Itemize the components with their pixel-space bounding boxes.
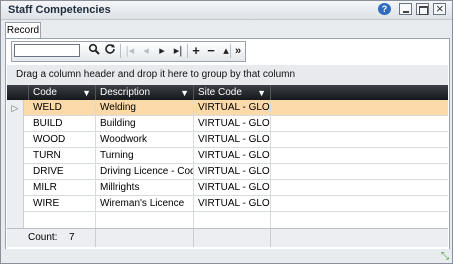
title-bar: Staff Competencies ? bbox=[1, 1, 452, 20]
footer-cell bbox=[96, 229, 194, 247]
close-icon[interactable] bbox=[433, 1, 446, 16]
table-row[interactable]: BUILD Building VIRTUAL - GLOBAL bbox=[7, 116, 448, 132]
grid-footer: Count: 7 bbox=[7, 228, 448, 247]
column-header-label: Code bbox=[33, 87, 57, 98]
row-indicator bbox=[7, 116, 24, 132]
cell-description: Woodwork bbox=[96, 132, 194, 148]
resize-grip-icon[interactable]: ⤡ bbox=[441, 251, 449, 262]
cell-site-code: VIRTUAL - GLOBAL bbox=[194, 148, 271, 164]
filter-icon[interactable]: ▼ bbox=[257, 86, 266, 101]
search-input[interactable] bbox=[14, 44, 80, 57]
cell-site-code: VIRTUAL - GLOBAL bbox=[194, 116, 271, 132]
table-row[interactable]: MILR Millrights VIRTUAL - GLOBAL bbox=[7, 180, 448, 196]
cell-code: TURN bbox=[29, 148, 96, 164]
cell-description: Driving Licence - Code17 bbox=[96, 164, 194, 180]
column-header-site-code[interactable]: Site Code ▼ bbox=[194, 85, 271, 100]
filter-icon[interactable]: ▼ bbox=[82, 86, 91, 101]
row-indicator-icon: ▷ bbox=[7, 100, 24, 116]
double-chevron-right-icon[interactable]: » bbox=[230, 43, 246, 59]
footer-cell bbox=[194, 229, 271, 247]
row-indicator bbox=[7, 180, 24, 196]
minimize-icon[interactable] bbox=[399, 3, 412, 15]
filter-icon[interactable]: ▼ bbox=[180, 86, 189, 101]
cell-site-code: VIRTUAL - GLOBAL bbox=[194, 196, 271, 212]
count-label: Count: bbox=[28, 232, 58, 243]
cell-code: BUILD bbox=[29, 116, 96, 132]
minus-icon[interactable]: − bbox=[203, 43, 219, 59]
table-row[interactable]: WOOD Woodwork VIRTUAL - GLOBAL bbox=[7, 132, 448, 148]
cell-code: WIRE bbox=[29, 196, 96, 212]
cell-site-code: VIRTUAL - GLOBAL bbox=[194, 100, 271, 116]
navigation-toolbar: |◂ ◂ ▸ ▸| + − ▴ » bbox=[11, 41, 246, 62]
count-value: 7 bbox=[69, 232, 75, 243]
footer-cell-count: Count: 7 bbox=[7, 229, 96, 247]
column-header-code[interactable]: Code ▼ bbox=[29, 85, 96, 100]
row-indicator bbox=[7, 148, 24, 164]
search-icon[interactable] bbox=[86, 43, 102, 59]
previous-icon[interactable]: ◂ bbox=[138, 43, 154, 59]
cell-code: WOOD bbox=[29, 132, 96, 148]
column-header-label: Description bbox=[100, 87, 151, 98]
table-row[interactable]: DRIVE Driving Licence - Code17 VIRTUAL -… bbox=[7, 164, 448, 180]
maximize-icon[interactable] bbox=[416, 3, 429, 15]
column-header-description[interactable]: Description ▼ bbox=[96, 85, 194, 100]
header-indicator bbox=[7, 85, 29, 100]
window-title: Staff Competencies bbox=[8, 4, 111, 16]
table-row[interactable]: ▷ WELD Welding VIRTUAL - GLOBAL bbox=[7, 100, 448, 116]
help-icon[interactable]: ? bbox=[378, 3, 391, 15]
empty-cell bbox=[96, 212, 194, 228]
row-indicator bbox=[7, 212, 24, 228]
last-icon[interactable]: ▸| bbox=[170, 43, 186, 59]
grid-header: Code ▼ Description ▼ Site Code ▼ bbox=[7, 85, 448, 100]
refresh-icon[interactable] bbox=[102, 43, 118, 59]
cell-code: DRIVE bbox=[29, 164, 96, 180]
table-row[interactable]: WIRE Wireman's Licence VIRTUAL - GLOBAL bbox=[7, 196, 448, 212]
row-indicator bbox=[7, 196, 24, 212]
row-indicator bbox=[7, 132, 24, 148]
cell-description: Turning bbox=[96, 148, 194, 164]
cell-description: Building bbox=[96, 116, 194, 132]
empty-cell bbox=[194, 212, 271, 228]
cell-code: MILR bbox=[29, 180, 96, 196]
plus-icon[interactable]: + bbox=[188, 43, 204, 59]
cell-description: Wireman's Licence bbox=[96, 196, 194, 212]
cell-code: WELD bbox=[29, 100, 96, 116]
empty-cell bbox=[29, 212, 96, 228]
staff-competencies-window: Staff Competencies ? Record |◂ ◂ ▸ ▸| + … bbox=[0, 0, 453, 264]
table-row-empty bbox=[7, 212, 448, 228]
column-header-label: Site Code bbox=[198, 87, 242, 98]
group-by-hint[interactable]: Drag a column header and drop it here to… bbox=[7, 65, 448, 85]
tab-record[interactable]: Record bbox=[5, 22, 41, 39]
status-bar: ⤡ bbox=[1, 249, 452, 263]
cell-site-code: VIRTUAL - GLOBAL bbox=[194, 180, 271, 196]
toolbar-separator bbox=[120, 44, 121, 58]
row-indicator bbox=[7, 164, 24, 180]
cell-site-code: VIRTUAL - GLOBAL bbox=[194, 132, 271, 148]
first-icon[interactable]: |◂ bbox=[122, 43, 138, 59]
next-icon[interactable]: ▸ bbox=[154, 43, 170, 59]
cell-site-code: VIRTUAL - GLOBAL bbox=[194, 164, 271, 180]
cell-description: Welding bbox=[96, 100, 194, 116]
record-panel: |◂ ◂ ▸ ▸| + − ▴ » Drag a column header a… bbox=[5, 38, 450, 251]
table-row[interactable]: TURN Turning VIRTUAL - GLOBAL bbox=[7, 148, 448, 164]
cell-description: Millrights bbox=[96, 180, 194, 196]
